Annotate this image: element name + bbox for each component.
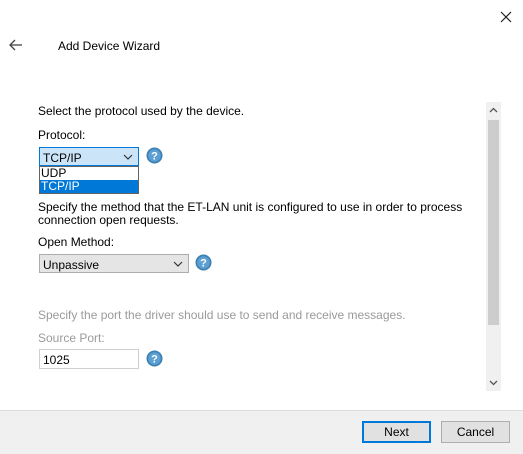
svg-text:?: ? <box>151 151 158 163</box>
help-icon: ? <box>146 350 163 367</box>
scrollbar-thumb[interactable] <box>488 120 499 325</box>
source-port-label: Source Port: <box>38 331 105 345</box>
source-port-value: 1025 <box>43 353 70 367</box>
back-button[interactable] <box>8 37 24 53</box>
open-method-instruction: Specify the method that the ET-LAN unit … <box>38 200 463 227</box>
cancel-button[interactable]: Cancel <box>441 421 510 443</box>
open-method-select-value: Unpassive <box>43 258 100 272</box>
wizard-footer: Next Cancel <box>0 410 523 454</box>
source-port-input[interactable]: 1025 <box>39 349 139 369</box>
wizard-title: Add Device Wizard <box>58 39 161 53</box>
svg-text:?: ? <box>151 354 158 366</box>
close-icon <box>500 11 512 23</box>
source-port-help-button[interactable]: ? <box>146 350 163 367</box>
chevron-down-icon <box>173 261 183 267</box>
close-button[interactable] <box>497 8 515 26</box>
scroll-down-icon[interactable] <box>488 377 499 388</box>
scroll-up-icon[interactable] <box>488 105 499 116</box>
source-port-instruction: Specify the port the driver should use t… <box>38 308 406 322</box>
svg-text:?: ? <box>200 258 207 270</box>
protocol-select-value: TCP/IP <box>43 151 82 165</box>
protocol-instruction: Select the protocol used by the device. <box>38 104 245 118</box>
help-icon: ? <box>195 254 212 271</box>
open-method-label: Open Method: <box>38 235 115 249</box>
help-icon: ? <box>146 147 163 164</box>
protocol-help-button[interactable]: ? <box>146 147 163 164</box>
open-method-help-button[interactable]: ? <box>195 254 212 271</box>
protocol-select[interactable]: TCP/IP <box>39 147 139 166</box>
chevron-down-icon <box>123 154 133 160</box>
back-arrow-icon <box>9 39 22 51</box>
open-method-select[interactable]: Unpassive <box>39 254 189 273</box>
vertical-scrollbar[interactable] <box>486 102 501 391</box>
protocol-label: Protocol: <box>38 128 86 142</box>
protocol-dropdown-list: UDP TCP/IP <box>39 166 139 194</box>
next-button[interactable]: Next <box>362 421 431 443</box>
protocol-option-tcpip[interactable]: TCP/IP <box>40 180 138 193</box>
